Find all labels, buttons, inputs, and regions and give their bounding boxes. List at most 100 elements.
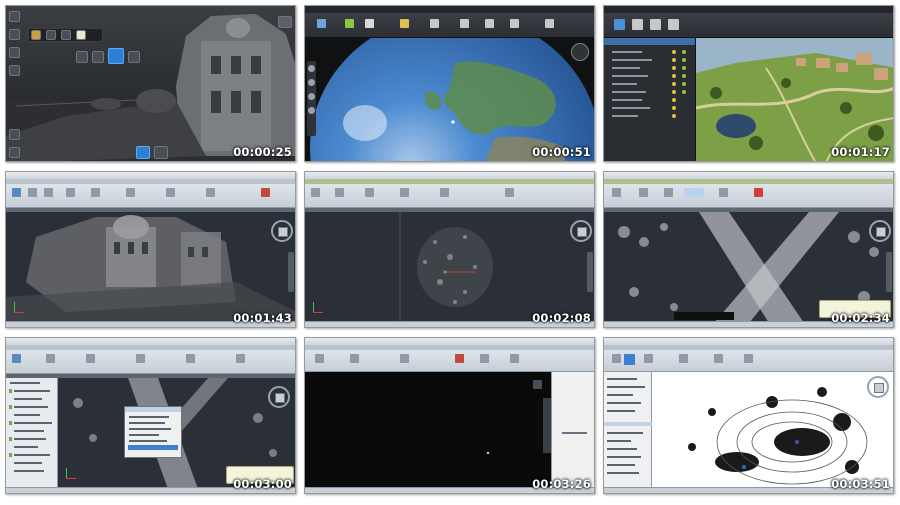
thumbnail-8[interactable]: 00:03:26 [304,337,595,494]
drawing-viewport[interactable] [652,372,893,489]
nav-tool-4[interactable] [308,107,315,114]
layers-icon[interactable] [9,65,20,76]
nav-tool-2[interactable] [308,79,315,86]
folder-icon[interactable] [278,16,292,28]
ribbon-icon-4[interactable] [136,354,145,363]
thumbnail-1[interactable]: 00:00:25 [5,5,296,162]
thumbnail-5[interactable]: 00:02:08 [304,171,595,328]
ribbon-icon-4[interactable] [668,19,679,30]
ribbon-icon-5[interactable] [186,354,195,363]
view-icon[interactable] [9,29,20,40]
measure-button[interactable] [136,146,150,159]
dialog-box[interactable] [124,406,182,458]
ribbon-icon-2[interactable] [345,19,354,28]
ribbon-icon-4[interactable] [400,19,409,28]
ribbon-icon-2[interactable] [632,19,643,30]
ribbon-icon-6[interactable] [510,354,519,363]
thumbnail-6[interactable]: 00:02:34 [603,171,894,328]
thumbnail-2[interactable]: 00:00:51 [304,5,595,162]
ribbon-icon-6[interactable] [754,188,763,197]
ribbon-icon-1[interactable] [12,354,21,363]
thumbnail-3[interactable]: 00:01:17 [603,5,894,162]
drawing-viewport[interactable] [305,372,551,487]
ribbon-icon-1[interactable] [315,354,324,363]
navigation-bar[interactable] [886,252,892,292]
ribbon-icon-3[interactable] [365,19,374,28]
ribbon-icon-5[interactable] [430,19,439,28]
flyout-option-1[interactable] [76,51,88,63]
ribbon-icon-7[interactable] [166,188,175,197]
viewcube-icon[interactable] [271,220,293,242]
ribbon-icon-5[interactable] [91,188,100,197]
ribbon-icon-1[interactable] [612,354,621,363]
ribbon-icon-5[interactable] [719,188,728,197]
color-icon[interactable] [31,30,41,40]
nav-tool-1[interactable] [308,65,315,72]
thumbnail-7[interactable]: 00:03:00 [5,337,296,494]
compass-icon[interactable] [571,43,589,61]
viewcube-icon[interactable] [570,220,592,242]
ribbon-icon-1[interactable] [311,188,320,197]
navigation-bar[interactable] [288,252,294,292]
drawing-viewport[interactable] [58,378,295,489]
ribbon-icon-3[interactable] [664,188,673,197]
ribbon-icon-6[interactable] [236,354,245,363]
navigation-bar[interactable] [543,398,551,453]
ribbon-icon-4[interactable] [455,354,464,363]
ribbon-icon-3[interactable] [644,354,653,363]
drawing-viewport[interactable] [305,212,594,323]
home-icon[interactable] [9,11,20,22]
limit-box-button[interactable] [154,146,168,159]
ribbon-icon-2[interactable] [335,188,344,197]
ribbon-icon-5[interactable] [440,188,449,197]
eye-icon[interactable] [61,30,71,40]
lightbulb-icon[interactable] [76,30,86,40]
ribbon-icon-6[interactable] [460,19,469,28]
ribbon-icon-8[interactable] [510,19,519,28]
ribbon-icon-2[interactable] [28,188,37,197]
ribbon-icon-2[interactable] [350,354,359,363]
viewport-widget[interactable] [533,380,542,389]
cube-icon[interactable] [46,30,56,40]
ribbon-icon-5[interactable] [714,354,723,363]
viewcube-icon[interactable] [869,220,891,242]
ribbon-icon-1[interactable] [317,19,326,28]
viewcube-icon[interactable] [268,386,290,408]
ribbon-icon-1[interactable] [614,19,625,30]
navigation-bar[interactable] [587,252,593,292]
ribbon-icon-9[interactable] [545,19,554,28]
drawing-viewport[interactable] [6,212,295,323]
flyout-option-4[interactable] [128,51,140,63]
settings-icon[interactable] [9,47,20,58]
ribbon-icon-8[interactable] [206,188,215,197]
ribbon-icon-2[interactable] [624,354,635,365]
ribbon-icon-3[interactable] [650,19,661,30]
undo-icon[interactable] [9,129,20,140]
ribbon-icon-4[interactable] [684,188,704,197]
redo-icon[interactable] [9,147,20,158]
ribbon-icon-3[interactable] [86,354,95,363]
ribbon-icon-4[interactable] [400,188,409,197]
ribbon-icon-3[interactable] [44,188,53,197]
ribbon-icon-4[interactable] [66,188,75,197]
ribbon-icon-3[interactable] [400,354,409,363]
flyout-option-2[interactable] [92,51,104,63]
ribbon-icon-6[interactable] [126,188,135,197]
flyout-option-selected[interactable] [108,48,124,64]
ribbon-icon-2[interactable] [46,354,55,363]
ribbon-icon-1[interactable] [12,188,21,197]
viewcube-icon[interactable] [867,376,889,398]
ribbon-icon-5[interactable] [480,354,489,363]
drawing-viewport[interactable] [604,212,893,323]
ribbon-icon-1[interactable] [612,188,621,197]
ribbon-icon-4[interactable] [679,354,688,363]
ribbon-icon-3[interactable] [365,188,374,197]
ribbon-icon-6[interactable] [505,188,514,197]
ribbon-icon-7[interactable] [485,19,494,28]
nav-tool-3[interactable] [308,93,315,100]
ribbon-icon-9[interactable] [261,188,270,197]
ribbon-icon-2[interactable] [639,188,648,197]
thumbnail-4[interactable]: 00:01:43 [5,171,296,328]
ribbon-icon-6[interactable] [744,354,753,363]
thumbnail-9[interactable]: 00:03:51 [603,337,894,494]
